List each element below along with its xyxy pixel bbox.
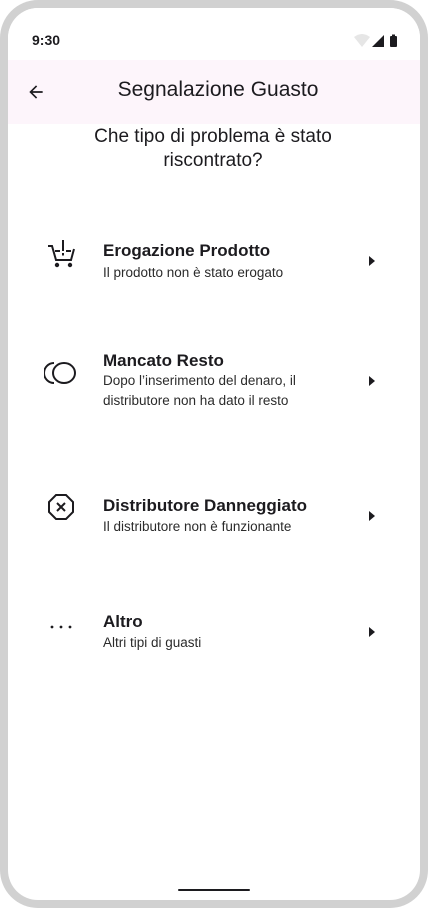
more-horiz-icon <box>44 610 78 644</box>
option-description: Il distributore non è funzionante <box>103 519 292 534</box>
option-title: Erogazione Prodotto <box>103 241 271 260</box>
home-indicator[interactable] <box>178 889 250 891</box>
top-app-bar: Segnalazione Guasto <box>8 60 420 124</box>
option-description: Il prodotto non è stato erogato <box>103 265 284 280</box>
page-title: Segnalazione Guasto <box>117 78 319 101</box>
device-frame: 9:30 Segnalazione Guasto Che tipo di pro… <box>0 0 428 908</box>
octagon-x-icon <box>44 490 78 524</box>
option-description: Altri tipi di guasti <box>103 635 202 650</box>
arrow-right-icon <box>369 511 375 521</box>
status-time: 9:30 <box>32 32 61 48</box>
status-icons <box>354 34 398 48</box>
battery-icon <box>390 34 397 47</box>
screen: 9:30 Segnalazione Guasto Che tipo di pro… <box>8 8 420 900</box>
option-altro[interactable]: Altro Altri tipi di guasti <box>8 602 420 662</box>
option-title: Distributore Danneggiato <box>103 496 308 515</box>
cart-alert-icon <box>44 236 78 270</box>
option-title: Altro <box>103 612 143 631</box>
coins-icon <box>44 356 78 390</box>
signal-icon <box>372 35 384 47</box>
option-distributore-danneggiato[interactable]: Distributore Danneggiato Il distributore… <box>8 486 420 546</box>
option-title: Mancato Resto <box>103 351 224 370</box>
option-mancato-resto[interactable]: Mancato Resto Dopo l’inserimento del den… <box>8 340 420 412</box>
wifi-icon <box>354 34 370 47</box>
option-erogazione-prodotto[interactable]: Erogazione Prodotto Il prodotto non è st… <box>8 230 420 290</box>
arrow-right-icon <box>369 376 375 386</box>
status-bar: 9:30 <box>8 8 420 60</box>
arrow-right-icon <box>369 256 375 266</box>
option-description: Dopo l’inserimento del denaro, il distri… <box>103 373 296 408</box>
arrow-right-icon <box>369 627 375 637</box>
question-heading: Che tipo di problema è stato riscontrato… <box>94 126 332 171</box>
